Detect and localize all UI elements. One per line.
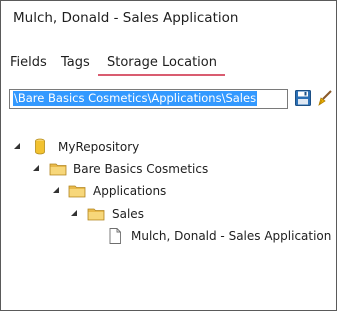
database-icon xyxy=(35,138,45,155)
storage-path-value: \Bare Basics Cosmetics\Applications\Sale… xyxy=(13,91,258,106)
tree-node-document[interactable]: Mulch, Donald - Sales Application xyxy=(1,227,336,245)
tree-node-bare-basics-cosmetics[interactable]: Bare Basics Cosmetics xyxy=(1,160,336,178)
expanded-arrow-icon[interactable] xyxy=(12,141,22,151)
tree-node-label: MyRepository xyxy=(58,140,140,154)
window: Mulch, Donald - Sales Application Fields… xyxy=(0,0,337,311)
folder-icon xyxy=(68,185,86,198)
tree-node-label: Bare Basics Cosmetics xyxy=(73,162,209,176)
active-tab-indicator xyxy=(98,74,225,76)
save-icon xyxy=(295,90,311,106)
tab-tags[interactable]: Tags xyxy=(61,55,90,70)
tab-storage-location[interactable]: Storage Location xyxy=(107,55,217,70)
window-title: Mulch, Donald - Sales Application xyxy=(13,10,239,26)
document-icon xyxy=(109,228,121,244)
tree-node-label: Applications xyxy=(93,184,167,198)
storage-path-input[interactable]: \Bare Basics Cosmetics\Applications\Sale… xyxy=(9,89,288,109)
tab-fields[interactable]: Fields xyxy=(10,55,47,70)
tree-node-label: Mulch, Donald - Sales Application xyxy=(131,229,332,243)
folder-icon xyxy=(87,208,105,221)
tab-bar: Fields Tags Storage Location xyxy=(1,55,336,79)
tree-node-applications[interactable]: Applications xyxy=(1,182,336,200)
tree-node-myrepository[interactable]: MyRepository xyxy=(1,138,336,156)
clear-button[interactable] xyxy=(316,89,334,107)
expanded-arrow-icon[interactable] xyxy=(69,208,79,218)
tree-node-label: Sales xyxy=(112,207,144,221)
folder-icon xyxy=(49,163,67,176)
save-button[interactable] xyxy=(294,89,312,107)
tree-node-sales[interactable]: Sales xyxy=(1,205,336,223)
expanded-arrow-icon[interactable] xyxy=(31,163,41,173)
expanded-arrow-icon[interactable] xyxy=(51,185,61,195)
clear-icon xyxy=(318,90,332,106)
